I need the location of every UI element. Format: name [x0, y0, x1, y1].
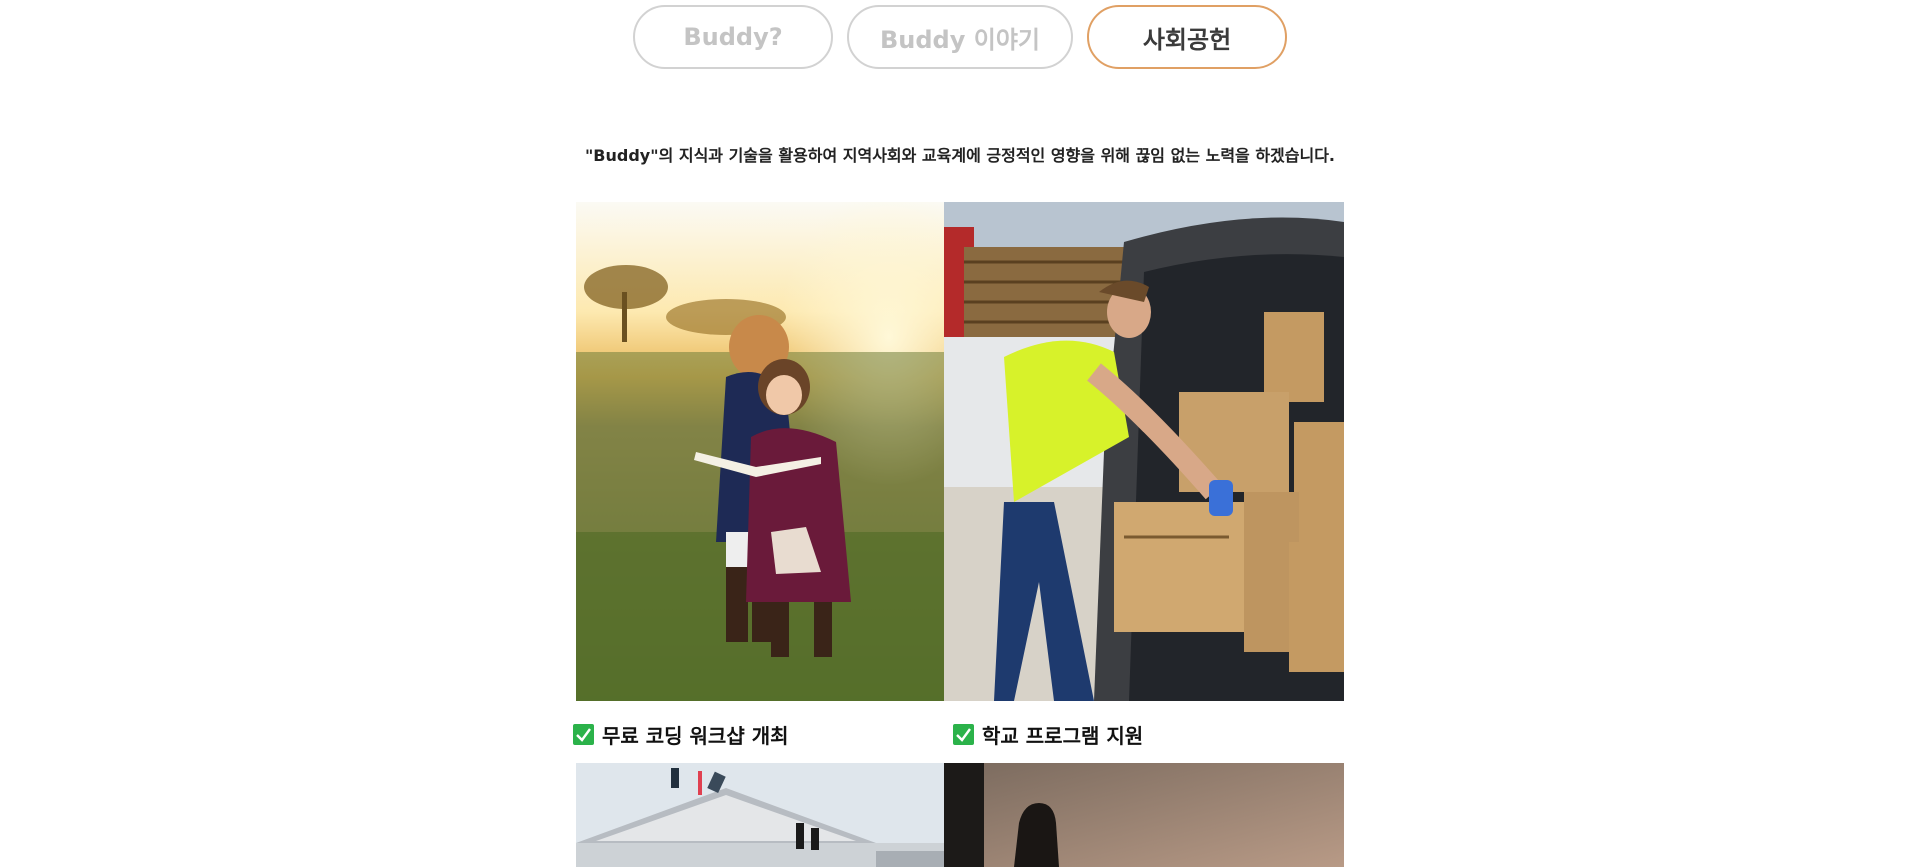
photo-loading-boxes [944, 202, 1344, 701]
tab-bar: Buddy? Buddy 이야기 사회공헌 [633, 5, 1287, 69]
tab-social-contribution[interactable]: 사회공헌 [1087, 5, 1287, 69]
photo-sunset [944, 763, 1344, 867]
photo-children-reading [576, 202, 944, 701]
check-box-icon [573, 724, 594, 745]
check-box-icon [953, 724, 974, 745]
photo-building [576, 763, 944, 867]
tab-buddy[interactable]: Buddy? [633, 5, 833, 69]
intro-text: "Buddy"의 지식과 기술을 활용하여 지역사회와 교육계에 긍정적인 영향… [584, 146, 1336, 165]
tab-buddy-story[interactable]: Buddy 이야기 [847, 5, 1073, 69]
program-label: 무료 코딩 워크샵 개최 [602, 724, 789, 748]
program-label: 학교 프로그램 지원 [982, 724, 1144, 748]
program-item-school-support: 학교 프로그램 지원 [953, 720, 1143, 749]
program-item-coding-workshop: 무료 코딩 워크샵 개최 [573, 720, 789, 749]
